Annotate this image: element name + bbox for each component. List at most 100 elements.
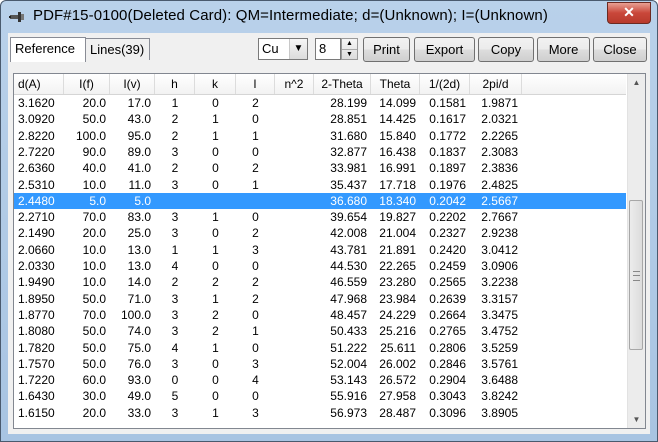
table-cell: 20.0 <box>82 96 106 110</box>
table-row[interactable]: 3.0920 50.0 43.0 2 1 0 28.851 14.425 0.1617 2.032… <box>14 111 626 127</box>
table-cell <box>155 193 195 209</box>
column-header[interactable]: h <box>155 74 195 94</box>
column-header[interactable]: k <box>195 74 236 94</box>
table-row[interactable]: 2.1490 20.0 25.0 3 0 2 42.008 21.004 0.2327 2.923… <box>14 225 626 241</box>
table-cell: 50.0 <box>82 340 106 355</box>
table-cell: 0.1617 <box>429 112 466 127</box>
table-cell: 1.6150 <box>18 405 55 420</box>
column-header[interactable]: 2pi/d <box>470 74 522 94</box>
table-cell: 3 <box>171 307 179 322</box>
table-cell: 47.968 <box>330 291 367 306</box>
table-row[interactable]: 2.8220 100.0 95.0 2 1 1 31.680 15.840 0.1772 2.22… <box>14 128 626 144</box>
table-cell: 28.487 <box>379 405 416 420</box>
table-cell: 3 <box>171 144 179 159</box>
table-cell: 48.457 <box>330 307 367 322</box>
table-cell: 3.8905 <box>481 405 518 420</box>
table-cell: 1 <box>212 128 219 143</box>
table-cell: 1.9871 <box>481 96 518 110</box>
tab-reference[interactable]: Reference <box>10 37 86 62</box>
table-row[interactable]: 2.4480 5.0 5.0 36.680 18.340 0.2042 2.5667 <box>14 192 626 209</box>
table-cell: 10.0 <box>82 242 106 257</box>
column-header[interactable]: I(v) <box>110 74 155 94</box>
table-cell: 26.572 <box>379 373 416 388</box>
table-cell: 30.0 <box>82 389 106 404</box>
table-cell: 17.0 <box>127 96 151 110</box>
table-cell: 1 <box>252 128 259 143</box>
table-cell: 3.0412 <box>481 242 518 257</box>
column-header[interactable]: 2-Theta <box>314 74 371 94</box>
table-row[interactable]: 1.7820 50.0 75.0 4 1 0 51.222 25.611 0.2806 3.525… <box>14 340 626 356</box>
table-cell: 2.5310 <box>18 177 55 192</box>
column-header[interactable]: d(A) <box>14 74 64 94</box>
table-row[interactable]: 1.6150 20.0 33.0 3 1 3 56.973 28.487 0.3096 3.890… <box>14 405 626 421</box>
table-cell: 5.0 <box>89 193 106 208</box>
table-cell: 18.340 <box>379 193 416 208</box>
table-cell: 5.0 <box>134 193 151 208</box>
column-header[interactable]: I(f) <box>64 74 110 94</box>
tab-lines[interactable]: Lines(39) <box>86 38 150 60</box>
table-row[interactable]: 1.8770 70.0 100.0 3 2 0 48.457 24.229 0.2664 3.34… <box>14 307 626 323</box>
table-cell: 4 <box>171 340 179 355</box>
more-button[interactable]: More <box>537 37 590 62</box>
print-button[interactable]: Print <box>363 37 410 62</box>
column-header[interactable]: Theta <box>371 74 420 94</box>
scroll-up-icon[interactable]: ▲ <box>628 74 645 91</box>
table-row[interactable]: 2.2710 70.0 83.0 3 1 0 39.654 19.827 0.2202 2.766… <box>14 209 626 225</box>
table-row[interactable]: 1.8080 50.0 74.0 3 2 1 50.433 25.216 0.2765 3.475… <box>14 323 626 339</box>
table-cell: 0 <box>252 112 259 127</box>
decimals-spinner[interactable]: ▲ ▼ <box>341 38 358 60</box>
export-button[interactable]: Export <box>414 37 475 62</box>
table-cell: 3 <box>171 226 179 241</box>
scroll-thumb[interactable] <box>629 200 643 350</box>
table-row[interactable]: 2.0330 10.0 13.0 4 0 0 44.530 22.265 0.2459 3.090… <box>14 258 626 274</box>
column-header[interactable]: n^2 <box>275 74 314 94</box>
table-row[interactable]: 1.6430 30.0 49.0 5 0 0 55.916 27.958 0.3043 3.824… <box>14 388 626 404</box>
table-cell <box>275 225 314 241</box>
table-cell: 2 <box>212 275 219 290</box>
table-cell: 100.0 <box>75 128 106 143</box>
title-bar[interactable]: PDF#15-0100(Deleted Card): QM=Intermedia… <box>1 1 657 33</box>
table-cell: 0 <box>252 259 259 273</box>
table-cell: 25.216 <box>379 324 416 339</box>
table-row[interactable]: 1.7570 50.0 76.0 3 0 3 52.004 26.002 0.2846 3.576… <box>14 356 626 372</box>
table-cell: 1 <box>171 96 179 110</box>
table-cell: 39.654 <box>330 210 367 225</box>
table-cell <box>275 193 314 209</box>
table-row[interactable]: 2.6360 40.0 41.0 2 0 2 33.981 16.991 0.1897 2.383… <box>14 160 626 176</box>
spin-down-icon[interactable]: ▼ <box>342 50 357 60</box>
table-cell: 2 <box>252 275 259 290</box>
table-cell: 2 <box>252 96 259 110</box>
spin-up-icon[interactable]: ▲ <box>342 39 357 50</box>
column-header[interactable]: l <box>236 74 275 94</box>
table-row[interactable]: 1.9490 10.0 14.0 2 2 2 46.559 23.280 0.2565 3.223… <box>14 274 626 290</box>
chevron-down-icon[interactable]: ▼ <box>289 39 307 59</box>
table-cell: 0 <box>212 161 219 176</box>
vertical-scrollbar[interactable]: ▲ ▼ <box>627 74 645 428</box>
close-button[interactable]: Close <box>593 37 647 62</box>
table-cell: 16.991 <box>379 161 416 176</box>
table-row[interactable]: 1.7220 60.0 93.0 0 0 4 53.143 26.572 0.2904 3.648… <box>14 372 626 388</box>
table-row[interactable]: 2.0660 10.0 13.0 1 1 3 43.781 21.891 0.2420 3.041… <box>14 242 626 258</box>
table-row[interactable]: 1.8950 50.0 71.0 3 1 2 47.968 23.984 0.2639 3.315… <box>14 291 626 307</box>
table-cell: 3 <box>252 356 259 371</box>
table-cell: 0.2420 <box>429 242 466 257</box>
copy-button[interactable]: Copy <box>478 37 534 62</box>
column-header[interactable]: 1/(2d) <box>420 74 470 94</box>
table-cell <box>275 177 314 193</box>
table-row[interactable]: 2.7220 90.0 89.0 3 0 0 32.877 16.438 0.1837 2.308… <box>14 144 626 160</box>
table-cell: 3.5761 <box>481 356 518 371</box>
wavelength-select[interactable]: Cu ▼ <box>258 38 308 60</box>
window-close-button[interactable]: ✕ <box>607 2 651 24</box>
lines-table[interactable]: d(A) I(f) I(v) h k l n^2 2-Theta Theta 1/(2d) 2pi/… <box>13 73 646 429</box>
table-row[interactable]: 2.5310 10.0 11.0 3 0 1 35.437 17.718 0.1976 2.482… <box>14 177 626 193</box>
table-cell: 75.0 <box>127 340 151 355</box>
table-cell: 95.0 <box>127 128 151 143</box>
table-row[interactable]: 3.1620 20.0 17.0 1 0 2 28.199 14.099 0.1581 1.987… <box>14 95 626 111</box>
table-cell: 0 <box>212 259 219 273</box>
pin-icon <box>9 12 24 22</box>
table-cell <box>275 356 314 372</box>
scroll-down-icon[interactable]: ▼ <box>628 411 645 428</box>
table-cell <box>275 95 314 111</box>
table-cell: 2.2265 <box>481 128 518 143</box>
decimals-input[interactable]: 8 <box>315 38 341 60</box>
